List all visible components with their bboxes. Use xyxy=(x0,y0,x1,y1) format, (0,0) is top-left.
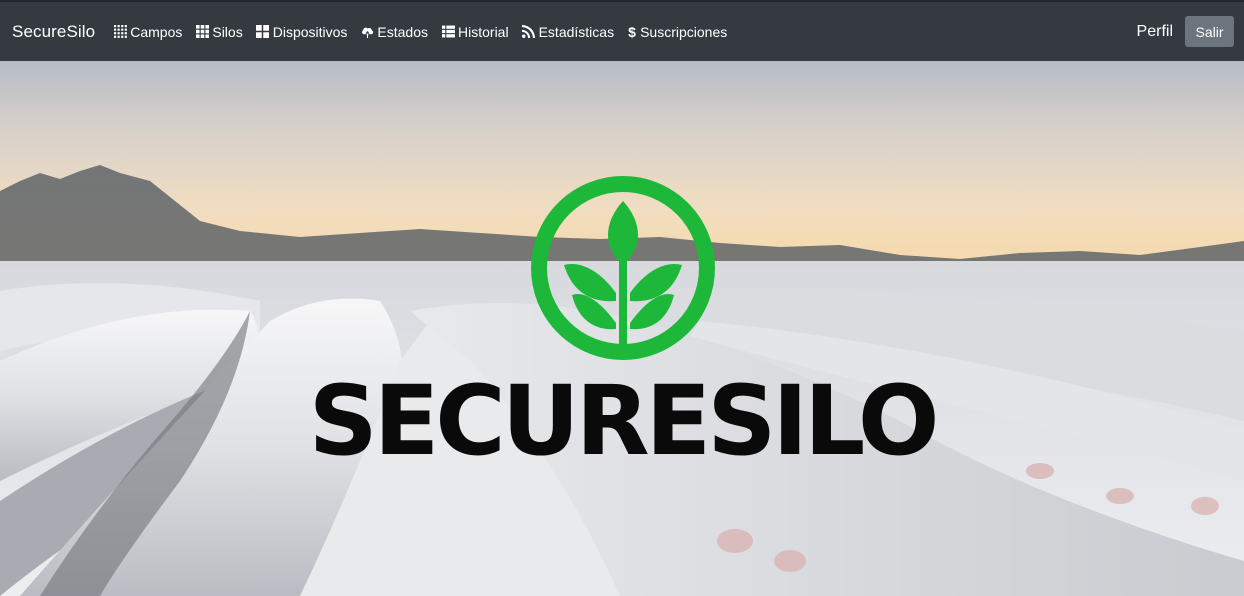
nav-item-silos[interactable]: Silos xyxy=(195,23,243,40)
nav-item-historial[interactable]: Historial xyxy=(441,24,509,40)
navbar-brand[interactable]: SecureSilo xyxy=(12,22,95,42)
dashboard-icon xyxy=(256,25,270,39)
rss-icon xyxy=(522,25,536,39)
nav-item-estados[interactable]: Estados xyxy=(360,24,428,40)
nav-menu: Campos Silos Dispositivos Estados Histor… xyxy=(113,24,740,40)
cloud-upload-icon xyxy=(360,25,374,39)
logout-button[interactable]: Salir xyxy=(1185,16,1234,47)
nav-item-label: Suscripciones xyxy=(640,23,728,40)
nav-item-suscripciones[interactable]: $ Suscripciones xyxy=(627,24,727,40)
nav-item-label: Dispositivos xyxy=(272,23,348,40)
hero-banner: SECURESILO xyxy=(0,61,1244,596)
nav-item-label: Silos xyxy=(212,23,243,40)
nav-item-label: Estados xyxy=(377,23,429,40)
nav-item-campos[interactable]: Campos xyxy=(113,24,182,40)
nav-item-dispositivos[interactable]: Dispositivos xyxy=(256,23,348,40)
plant-sprout-icon xyxy=(531,176,715,360)
profile-link[interactable]: Perfil xyxy=(1137,23,1173,41)
logo-wordmark: SECURESILO xyxy=(308,365,940,477)
nav-item-label: Historial xyxy=(458,23,509,40)
nav-item-label: Campos xyxy=(130,23,183,40)
grid-dots-icon xyxy=(113,25,127,39)
grid-icon xyxy=(195,25,209,39)
nav-item-estadisticas[interactable]: Estadísticas xyxy=(522,24,614,40)
top-navbar: SecureSilo Campos Silos Dispositivos Est… xyxy=(0,0,1244,61)
list-icon xyxy=(441,25,455,39)
nav-item-label: Estadísticas xyxy=(538,23,615,40)
dollar-icon: $ xyxy=(628,23,636,40)
